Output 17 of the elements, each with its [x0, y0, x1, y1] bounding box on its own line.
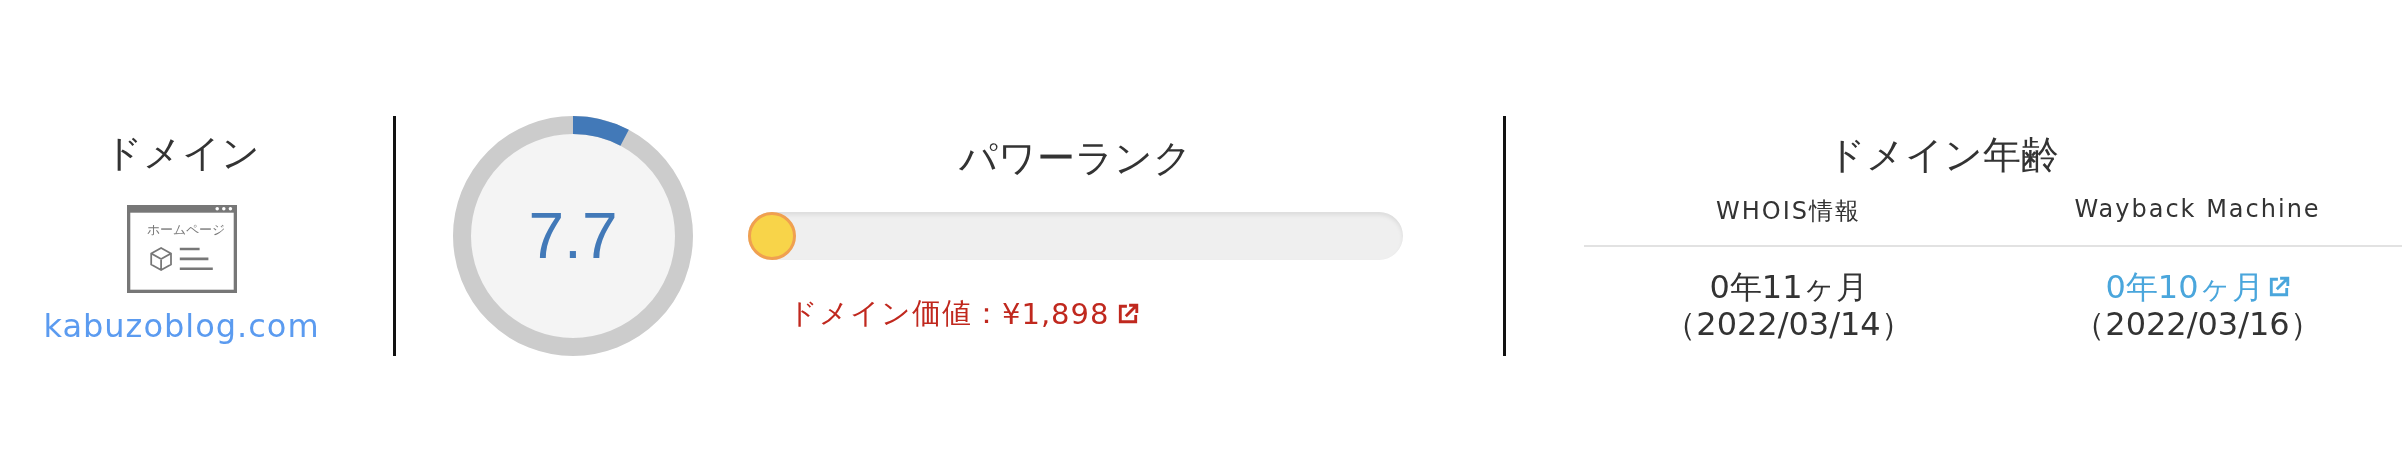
domain-value-label: ドメイン価値：	[788, 294, 1002, 332]
age-value: 0年11ヶ月	[1709, 268, 1868, 306]
section-title: ドメイン年齢	[1826, 131, 2060, 179]
slider-thumb[interactable]	[748, 211, 796, 260]
score-value: 7.7	[528, 200, 618, 272]
section-title: パワーランク	[958, 134, 1193, 182]
homepage-icon: ホームページ	[126, 204, 237, 293]
external-link-icon[interactable]	[1117, 302, 1140, 325]
domain-link[interactable]: kabuzoblog.com	[43, 306, 320, 345]
section-title: ドメイン	[103, 129, 260, 177]
column-header: WHOIS情報	[1715, 195, 1862, 227]
age-link[interactable]: 0年10ヶ月	[2105, 268, 2264, 306]
domain-value: ¥1,898	[1002, 296, 1110, 331]
column-header: Wayback Machine	[2073, 194, 2322, 225]
date-value: （2022/03/14）	[1664, 305, 1913, 343]
external-link-icon[interactable]	[2267, 276, 2290, 299]
date-value: （2022/03/16）	[2073, 305, 2322, 343]
